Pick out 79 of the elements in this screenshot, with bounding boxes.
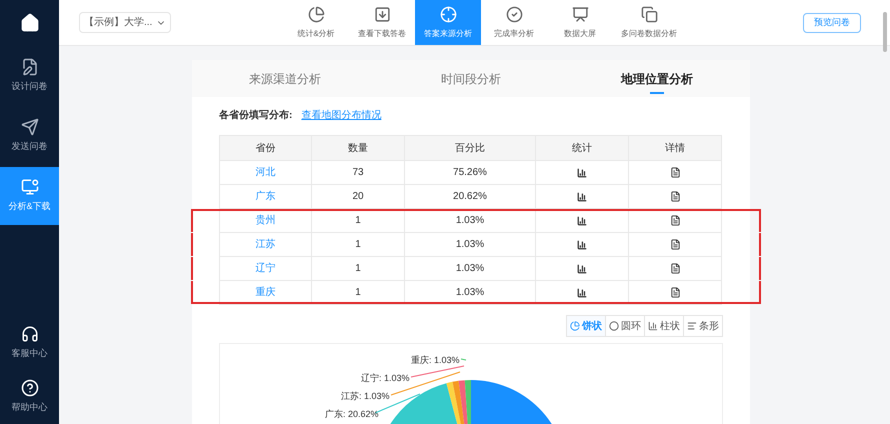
province-link[interactable]: 贵州 — [220, 208, 312, 232]
table-cell: 20 — [312, 184, 404, 208]
bar-chart-icon[interactable] — [577, 216, 587, 226]
document-icon[interactable] — [670, 287, 680, 298]
nav-tab[interactable]: 查看下载答卷 — [349, 0, 415, 45]
province-link[interactable]: 江苏 — [220, 232, 312, 256]
table-cell: 75.26% — [404, 160, 536, 184]
table-cell: 73 — [312, 160, 404, 184]
table-cell: 1 — [312, 208, 404, 232]
bar-chart-icon[interactable] — [577, 288, 587, 298]
province-link[interactable]: 辽宁 — [220, 256, 312, 280]
nav-tab[interactable]: 统计&分析 — [283, 0, 349, 45]
data-label: 江苏: 1.03% — [341, 391, 390, 401]
bar-chart-icon[interactable] — [577, 264, 587, 274]
document-pen-icon — [20, 58, 38, 76]
check-circle-icon — [506, 6, 522, 22]
pie-chart-icon — [570, 321, 580, 331]
document-icon[interactable] — [670, 263, 680, 274]
nav-tab[interactable]: 完成率分析 — [481, 0, 547, 45]
nav-tab[interactable]: 数据大屏 — [547, 0, 613, 45]
column-header: 省份 — [220, 136, 312, 160]
data-label: 辽宁: 1.03% — [361, 373, 410, 383]
document-icon[interactable] — [670, 191, 680, 202]
table-cell: 1 — [312, 280, 404, 304]
document-icon[interactable] — [670, 215, 680, 226]
table-cell: 1.03% — [404, 232, 536, 256]
sidebar-item[interactable]: 设计问卷 — [0, 47, 59, 105]
sidebar-item[interactable]: 客服中心 — [0, 316, 59, 370]
column-header: 详情 — [628, 136, 722, 160]
chart-type-button[interactable]: 柱状 — [644, 315, 684, 337]
province-link[interactable]: 重庆 — [220, 280, 312, 304]
survey-select[interactable]: 【示例】大学... — [79, 12, 171, 33]
table-cell: 1 — [312, 256, 404, 280]
sidebar-item[interactable]: 分析&下载 — [0, 167, 59, 225]
download-icon — [374, 6, 390, 22]
data-label: 重庆: 1.03% — [411, 355, 460, 365]
column-header: 百分比 — [404, 136, 536, 160]
sidebar-item[interactable]: 发送问卷 — [0, 107, 59, 165]
nav-tab[interactable]: 多问卷数据分析 — [613, 0, 685, 45]
help-icon — [20, 379, 38, 398]
bar-chart-icon[interactable] — [577, 240, 587, 250]
document-icon[interactable] — [670, 167, 680, 178]
preview-button[interactable]: 预览问卷 — [803, 12, 861, 32]
table-cell: 1 — [312, 232, 404, 256]
sidebar-item[interactable]: 帮助中心 — [0, 370, 59, 424]
copy-icon — [640, 6, 658, 22]
table-cell: 1.03% — [404, 280, 536, 304]
bar-chart-icon[interactable] — [577, 192, 587, 202]
data-label: 广东: 20.62% — [325, 409, 379, 419]
column-header: 统计 — [536, 136, 628, 160]
bars-icon — [687, 321, 697, 331]
scrollbar — [883, 12, 887, 52]
monitor-icon — [20, 178, 38, 196]
section-title: 各省份填写分布: — [219, 108, 292, 123]
tab-indicator — [650, 92, 664, 94]
home-icon[interactable] — [20, 12, 40, 32]
bar-chart-icon[interactable] — [577, 168, 587, 178]
ring-icon — [609, 321, 619, 331]
map-link[interactable]: 查看地图分布情况 — [301, 108, 382, 123]
province-link[interactable]: 河北 — [220, 160, 312, 184]
chart-type-button[interactable]: 圆环 — [605, 315, 645, 337]
crosshair-icon — [440, 6, 456, 22]
nav-tab[interactable]: 答案来源分析 — [415, 0, 481, 45]
pie-chart-icon — [308, 6, 324, 22]
chart-type-button[interactable]: 饼状 — [566, 315, 606, 337]
table-cell: 1.03% — [404, 208, 536, 232]
screen-icon — [572, 6, 588, 22]
headphones-icon — [20, 325, 38, 344]
tab[interactable]: 时间段分析 — [378, 60, 564, 97]
column-header: 数量 — [312, 136, 404, 160]
document-icon[interactable] — [670, 239, 680, 250]
province-link[interactable]: 广东 — [220, 184, 312, 208]
chart-type-button[interactable]: 条形 — [683, 315, 723, 337]
table-cell: 20.62% — [404, 184, 536, 208]
tab[interactable]: 地理位置分析 — [564, 60, 750, 97]
column-chart-icon — [648, 321, 658, 331]
paper-plane-icon — [20, 118, 38, 136]
table-cell: 1.03% — [404, 256, 536, 280]
tab[interactable]: 来源渠道分析 — [192, 60, 378, 97]
